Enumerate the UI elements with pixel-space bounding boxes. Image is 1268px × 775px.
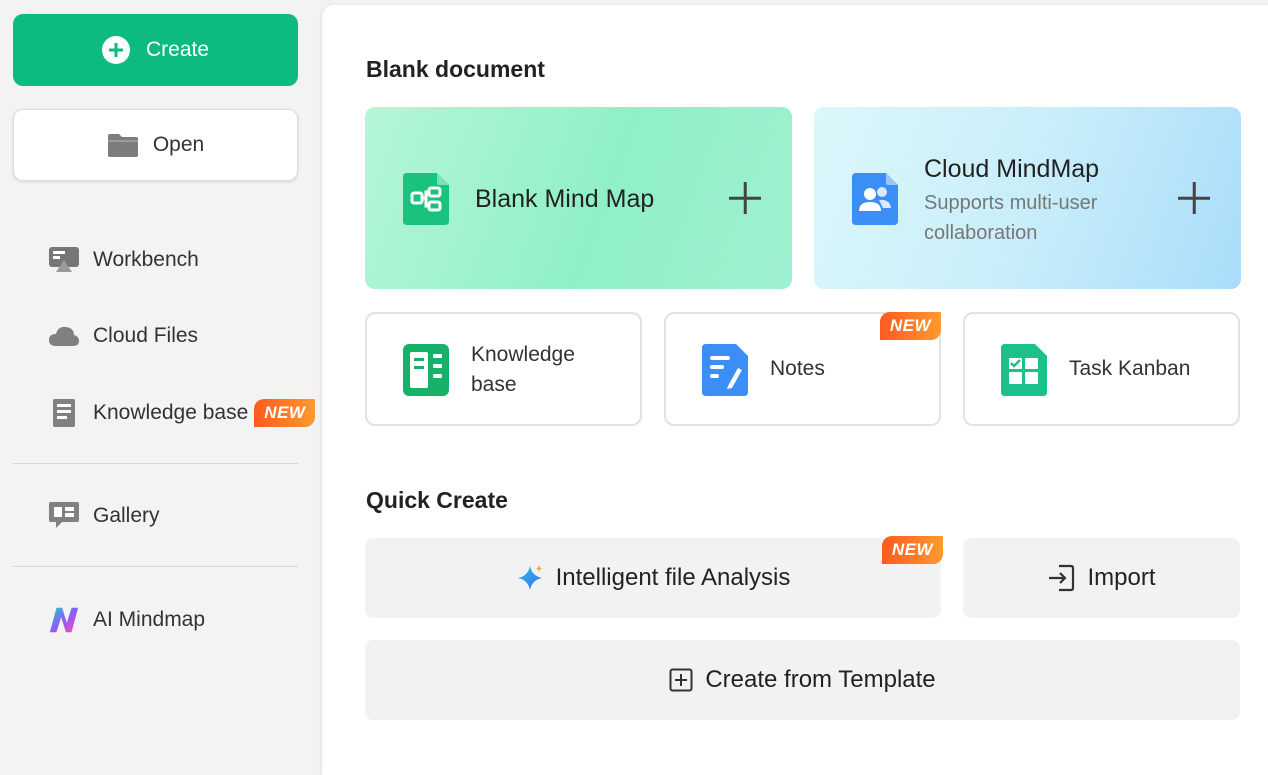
sidebar-item-cloud-files[interactable]: Cloud Files bbox=[48, 316, 198, 356]
sidebar-item-label: Gallery bbox=[93, 504, 160, 527]
plus-circle-icon bbox=[101, 36, 130, 64]
intelligent-file-analysis-button[interactable]: Intelligent file Analysis NEW bbox=[365, 536, 943, 618]
sidebar-divider bbox=[13, 566, 298, 567]
ai-mindmap-logo-icon bbox=[48, 604, 80, 636]
sidebar-item-label: Knowledge base bbox=[93, 401, 249, 424]
plus-icon bbox=[1177, 181, 1211, 215]
create-button[interactable]: Create bbox=[13, 14, 298, 86]
blank-mind-map-label: Blank Mind Map bbox=[475, 185, 655, 213]
notes-icon bbox=[702, 344, 748, 396]
workbench-icon bbox=[48, 244, 80, 276]
knowledge-icon bbox=[403, 344, 449, 396]
main-panel: Blank document Blank Mind Map Cloud Mind… bbox=[322, 5, 1268, 775]
intelligent-file-analysis-label: Intelligent file Analysis bbox=[555, 564, 791, 591]
sidebar-item-label: Workbench bbox=[93, 248, 199, 271]
task-kanban-label: Task Kanban bbox=[1069, 357, 1191, 380]
blank-document-title: Blank document bbox=[366, 56, 545, 82]
blank-mind-map-card[interactable]: Blank Mind Map bbox=[365, 107, 792, 289]
create-from-template-label: Create from Template bbox=[705, 666, 936, 693]
open-button-label: Open bbox=[152, 133, 205, 156]
kanban-icon bbox=[1001, 344, 1047, 396]
import-button[interactable]: Import bbox=[963, 538, 1240, 618]
quick-create-title: Quick Create bbox=[366, 487, 508, 513]
sidebar-item-ai-mindmap[interactable]: AI Mindmap bbox=[48, 600, 205, 640]
gallery-icon bbox=[48, 500, 80, 532]
sparkle-icon bbox=[517, 565, 542, 590]
open-button[interactable]: Open bbox=[13, 109, 298, 181]
sidebar-item-knowledge-base[interactable]: Knowledge base NEW bbox=[48, 393, 316, 433]
mindmap-icon bbox=[403, 173, 449, 225]
sidebar-item-gallery[interactable]: Gallery bbox=[48, 496, 160, 536]
import-label: Import bbox=[1087, 564, 1156, 591]
create-from-template-button[interactable]: Create from Template bbox=[365, 640, 1240, 720]
cloud-mindmap-subtitle: Supports multi-user collaboration bbox=[924, 192, 1098, 244]
add-square-icon bbox=[669, 668, 693, 692]
notes-label: Notes bbox=[770, 357, 825, 380]
book-icon bbox=[48, 397, 80, 429]
sidebar-item-label: AI Mindmap bbox=[93, 608, 206, 631]
knowledge-base-card[interactable]: Knowledge base bbox=[365, 312, 642, 426]
plus-icon bbox=[728, 181, 762, 215]
knowledge-base-label: Knowledge base bbox=[471, 343, 575, 396]
team-icon bbox=[852, 173, 898, 225]
notes-card[interactable]: Notes NEW bbox=[664, 312, 941, 426]
new-badge: NEW bbox=[879, 312, 941, 340]
folder-icon bbox=[107, 134, 138, 157]
sidebar: Create Open Workbench Cloud Files Knowle… bbox=[0, 0, 318, 760]
create-button-label: Create bbox=[145, 38, 210, 61]
sidebar-item-workbench[interactable]: Workbench bbox=[48, 240, 199, 280]
new-badge: NEW bbox=[881, 536, 943, 564]
new-badge: NEW bbox=[254, 399, 316, 427]
import-icon bbox=[1049, 564, 1075, 592]
cloud-mindmap-card[interactable]: Cloud MindMap Supports multi-user collab… bbox=[814, 107, 1241, 289]
cloud-mindmap-label: Cloud MindMap bbox=[924, 155, 1100, 183]
sidebar-divider bbox=[13, 463, 298, 464]
sidebar-item-label: Cloud Files bbox=[93, 324, 199, 347]
cloud-icon bbox=[48, 320, 80, 352]
task-kanban-card[interactable]: Task Kanban bbox=[963, 312, 1240, 426]
